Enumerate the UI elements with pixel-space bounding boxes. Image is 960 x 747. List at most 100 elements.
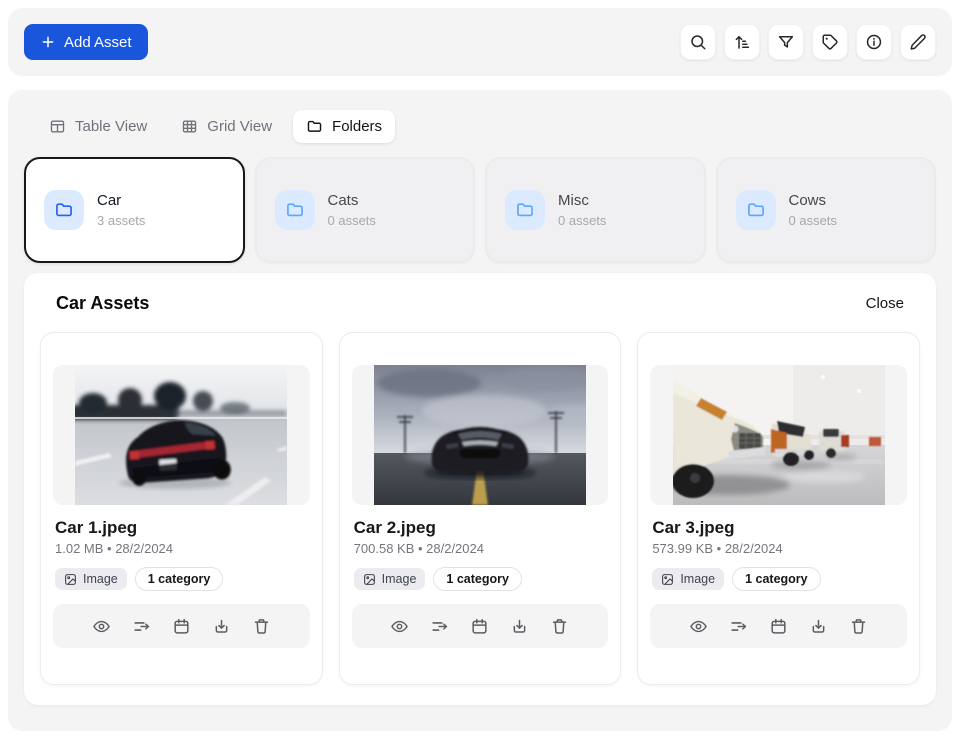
badge-row: Image 1 category: [652, 567, 907, 591]
type-badge: Image: [55, 568, 127, 590]
toolbar-icon-group: [680, 24, 936, 60]
add-asset-label: Add Asset: [64, 34, 132, 51]
tag-icon: [821, 33, 839, 51]
info-button[interactable]: [856, 24, 892, 60]
download-button[interactable]: [211, 616, 231, 636]
assign-button[interactable]: [131, 616, 151, 636]
view-tabs: Table View Grid View Folders: [36, 110, 936, 143]
asset-card-car-3[interactable]: Car 3.jpeg 573.99 KB • 28/2/2024 Image 1…: [637, 332, 920, 685]
asset-filename: Car 3.jpeg: [652, 517, 907, 538]
folder-card-car[interactable]: Car 3 assets: [24, 157, 245, 263]
folder-icon: [306, 118, 323, 135]
assets-header: Car Assets Close: [40, 293, 920, 314]
folder-icon: [515, 200, 535, 220]
folder-card-misc[interactable]: Misc 0 assets: [485, 157, 706, 263]
category-badge[interactable]: 1 category: [135, 567, 224, 591]
delete-button[interactable]: [550, 616, 570, 636]
delete-button[interactable]: [251, 616, 271, 636]
folder-card-text: Cats 0 assets: [328, 192, 376, 228]
calendar-button[interactable]: [470, 616, 490, 636]
folder-grid: Car 3 assets Cats 0 assets Misc 0 assets: [24, 157, 936, 263]
asset-filename: Car 1.jpeg: [55, 517, 310, 538]
image-icon: [363, 573, 376, 586]
type-badge-label: Image: [382, 572, 417, 586]
folder-card-cows[interactable]: Cows 0 assets: [716, 157, 937, 263]
asset-thumbnail: [53, 365, 310, 505]
plus-icon: [40, 34, 56, 50]
trash-icon: [550, 617, 569, 636]
sort-ascending-icon: [733, 33, 751, 51]
folder-name: Misc: [558, 192, 606, 211]
trash-icon: [849, 617, 868, 636]
asset-filename: Car 2.jpeg: [354, 517, 609, 538]
trash-icon: [252, 617, 271, 636]
sort-button[interactable]: [724, 24, 760, 60]
search-button[interactable]: [680, 24, 716, 60]
tab-folders[interactable]: Folders: [293, 110, 395, 143]
tab-label: Folders: [332, 118, 382, 135]
download-icon: [809, 617, 828, 636]
download-button[interactable]: [510, 616, 530, 636]
folder-name: Car: [97, 192, 145, 211]
folder-name: Cats: [328, 192, 376, 211]
close-button[interactable]: Close: [866, 295, 904, 312]
preview-button[interactable]: [91, 616, 111, 636]
delete-button[interactable]: [849, 616, 869, 636]
filter-button[interactable]: [768, 24, 804, 60]
folder-icon: [746, 200, 766, 220]
folder-count: 0 assets: [789, 213, 837, 228]
folder-count: 3 assets: [97, 213, 145, 228]
calendar-icon: [172, 617, 191, 636]
assign-icon: [729, 617, 748, 636]
assign-button[interactable]: [729, 616, 749, 636]
info-icon: [865, 33, 883, 51]
calendar-button[interactable]: [769, 616, 789, 636]
type-badge: Image: [652, 568, 724, 590]
tab-label: Table View: [75, 118, 147, 135]
eye-icon: [689, 617, 708, 636]
folder-icon: [54, 200, 74, 220]
assign-button[interactable]: [430, 616, 450, 636]
asset-card-car-2[interactable]: Car 2.jpeg 700.58 KB • 28/2/2024 Image 1…: [339, 332, 622, 685]
type-badge: Image: [354, 568, 426, 590]
download-icon: [510, 617, 529, 636]
eye-icon: [92, 617, 111, 636]
image-icon: [64, 573, 77, 586]
category-badge[interactable]: 1 category: [732, 567, 821, 591]
image-icon: [661, 573, 674, 586]
asset-thumbnail: [352, 365, 609, 505]
folder-card-text: Cows 0 assets: [789, 192, 837, 228]
download-button[interactable]: [809, 616, 829, 636]
eye-icon: [390, 617, 409, 636]
folder-icon: [285, 200, 305, 220]
car-rear-photo: [75, 365, 287, 505]
add-asset-button[interactable]: Add Asset: [24, 24, 148, 60]
preview-button[interactable]: [689, 616, 709, 636]
top-toolbar: Add Asset: [8, 8, 952, 76]
asset-action-bar: [650, 604, 907, 648]
type-badge-label: Image: [680, 572, 715, 586]
preview-button[interactable]: [390, 616, 410, 636]
assign-icon: [132, 617, 151, 636]
asset-card-car-1[interactable]: Car 1.jpeg 1.02 MB • 28/2/2024 Image 1 c…: [40, 332, 323, 685]
folder-card-text: Car 3 assets: [97, 192, 145, 228]
main-panel: Table View Grid View Folders Car 3 asset…: [8, 90, 952, 731]
edit-button[interactable]: [900, 24, 936, 60]
folder-card-cats[interactable]: Cats 0 assets: [255, 157, 476, 263]
tab-table-view[interactable]: Table View: [36, 110, 160, 143]
folder-icon-box: [505, 190, 545, 230]
calendar-icon: [470, 617, 489, 636]
filter-icon: [777, 33, 795, 51]
asset-meta: 700.58 KB • 28/2/2024: [354, 540, 609, 557]
badge-row: Image 1 category: [55, 567, 310, 591]
tab-grid-view[interactable]: Grid View: [168, 110, 285, 143]
tag-button[interactable]: [812, 24, 848, 60]
tab-label: Grid View: [207, 118, 272, 135]
assets-panel-title: Car Assets: [56, 293, 149, 314]
table-icon: [49, 118, 66, 135]
folder-count: 0 assets: [328, 213, 376, 228]
category-badge[interactable]: 1 category: [433, 567, 522, 591]
folder-name: Cows: [789, 192, 837, 211]
type-badge-label: Image: [83, 572, 118, 586]
calendar-button[interactable]: [171, 616, 191, 636]
